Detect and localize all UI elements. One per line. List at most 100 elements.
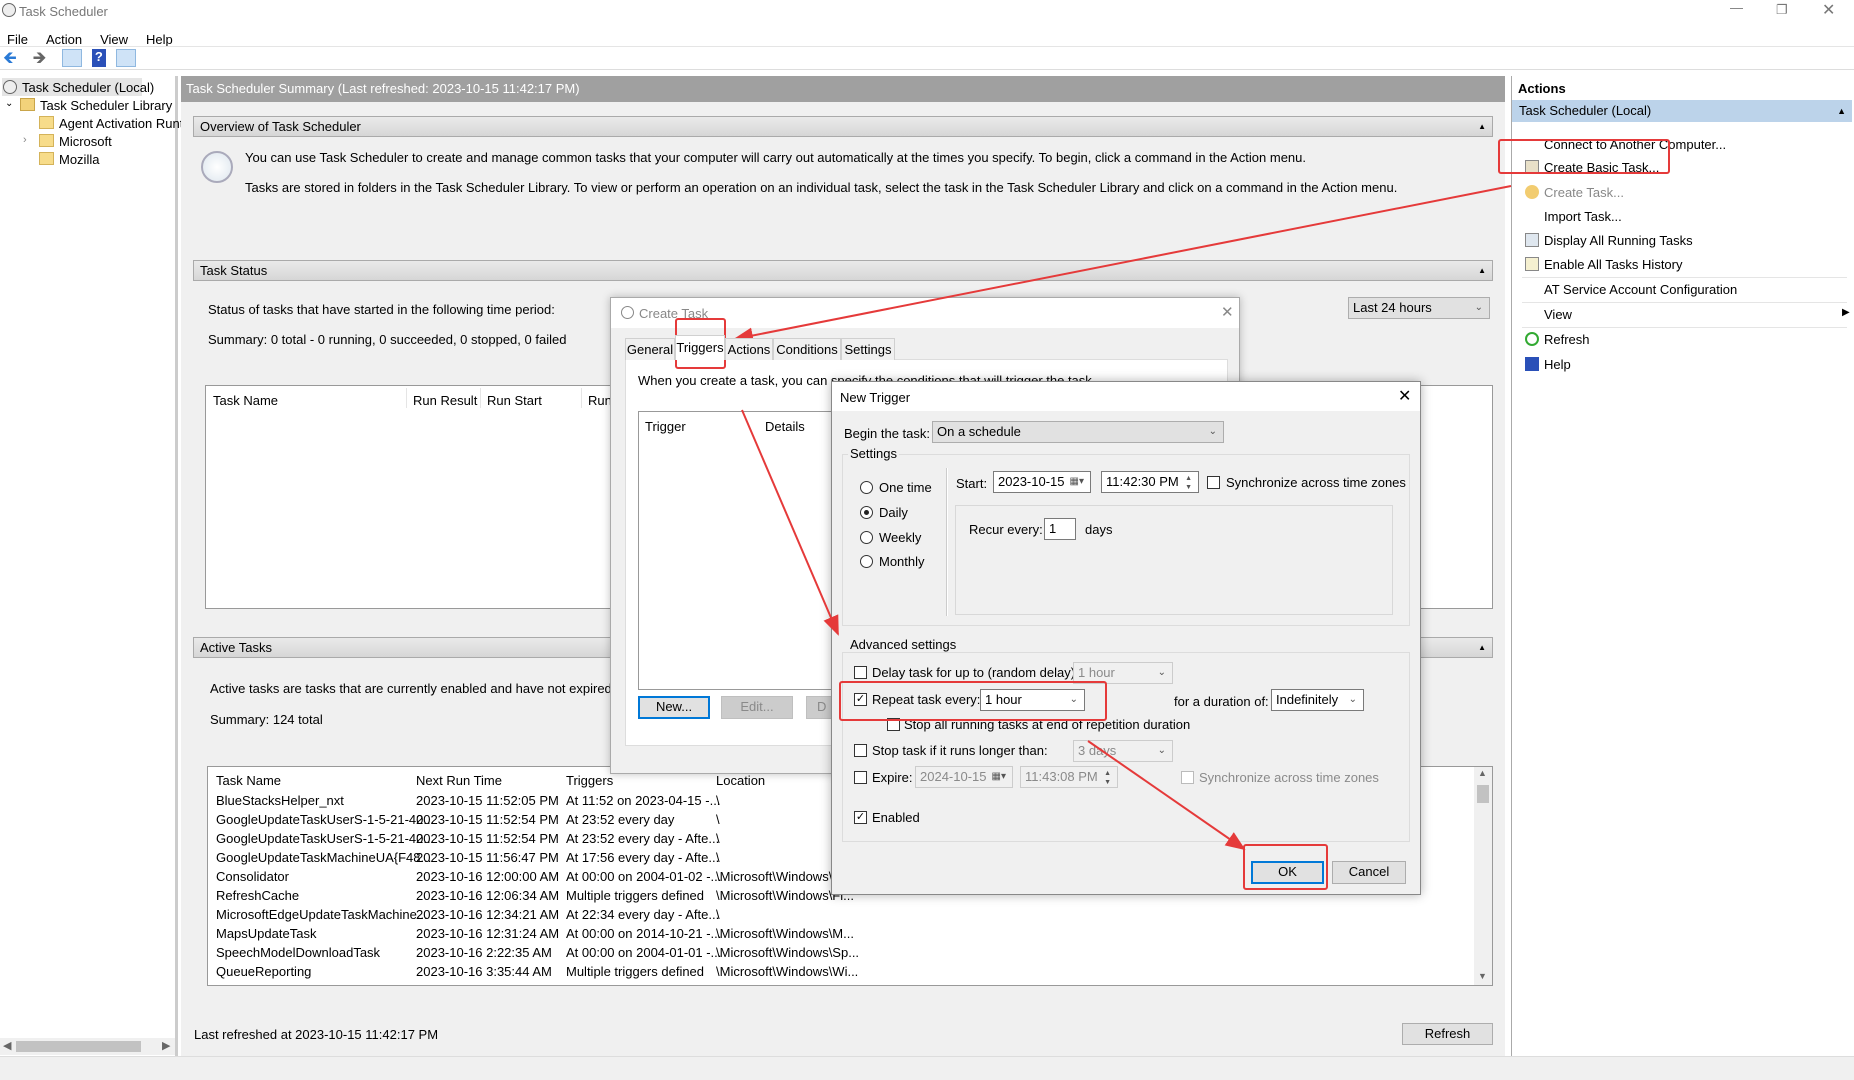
table-cell: GoogleUpdateTaskMachineUA{F48...: [216, 850, 432, 865]
forward-icon[interactable]: 🡺: [33, 49, 53, 67]
start-date-picker[interactable]: 2023-10-15 ▦▾: [993, 471, 1091, 493]
recur-every-input[interactable]: 1: [1044, 518, 1076, 540]
action-enable-all-tasks-history[interactable]: Enable All Tasks History: [1512, 255, 1852, 275]
highlight-ok-button: [1243, 844, 1328, 890]
column-header[interactable]: Details: [765, 419, 805, 434]
menu-view[interactable]: View: [100, 32, 128, 47]
column-header[interactable]: Trigger: [645, 419, 686, 434]
action-refresh[interactable]: Refresh: [1512, 327, 1852, 350]
menu-help[interactable]: Help: [146, 32, 173, 47]
scroll-right-icon[interactable]: ▶: [162, 1039, 170, 1052]
begin-task-dropdown[interactable]: On a schedule ⌄: [932, 421, 1224, 443]
delay-label: Delay task for up to (random delay):: [872, 665, 1079, 680]
close-icon[interactable]: ✕: [1221, 303, 1234, 321]
action-label: Refresh: [1544, 332, 1590, 347]
tab-settings[interactable]: Settings: [841, 338, 895, 360]
duration-dropdown[interactable]: Indefinitely ⌄: [1271, 689, 1364, 711]
table-cell: At 17:56 every day - Afte...: [566, 850, 720, 865]
overview-section-header[interactable]: Overview of Task Scheduler ▲: [193, 116, 1493, 137]
refresh-button[interactable]: Refresh: [1402, 1023, 1493, 1045]
action-view[interactable]: View ▶: [1512, 302, 1852, 325]
table-cell: \: [716, 812, 720, 827]
radio-monthly[interactable]: [860, 555, 873, 568]
scroll-left-icon[interactable]: ◀: [3, 1039, 11, 1052]
table-row[interactable]: QueueReporting 2023-10-16 3:35:44 AM Multi…: [208, 962, 1492, 981]
help-icon[interactable]: ?: [91, 49, 106, 67]
tree-label: Task Scheduler Library: [40, 98, 173, 113]
radio-one-time[interactable]: [860, 481, 873, 494]
expire-checkbox[interactable]: [854, 771, 867, 784]
expire-sync-checkbox[interactable]: [1181, 771, 1194, 784]
new-trigger-button[interactable]: New...: [638, 696, 710, 719]
edit-trigger-button[interactable]: Edit...: [721, 696, 793, 719]
tree-item-root[interactable]: Task Scheduler (Local): [2, 78, 154, 96]
scrollbar-thumb[interactable]: [16, 1041, 141, 1052]
menu-file[interactable]: File: [7, 32, 28, 47]
cancel-button[interactable]: Cancel: [1332, 861, 1406, 884]
collapse-icon[interactable]: ▲: [1478, 638, 1486, 658]
column-header[interactable]: Run: [588, 393, 612, 408]
spinner-arrows-icon[interactable]: ▲ ▼: [1185, 474, 1192, 492]
enabled-checkbox[interactable]: ✓: [854, 811, 867, 824]
menu-action[interactable]: Action: [46, 32, 82, 47]
action-help[interactable]: Help: [1512, 355, 1852, 375]
enabled-label: Enabled: [872, 810, 920, 825]
tab-conditions[interactable]: Conditions: [773, 338, 841, 360]
delay-checkbox[interactable]: [854, 666, 867, 679]
radio-weekly[interactable]: [860, 531, 873, 544]
table-cell: \Microsoft\Windows\Wi...: [716, 964, 859, 979]
column-header[interactable]: Run Start: [487, 393, 542, 408]
tab-actions[interactable]: Actions: [725, 338, 773, 360]
show-hide-console-tree-icon[interactable]: [62, 49, 83, 67]
stop-if-longer-checkbox[interactable]: [854, 744, 867, 757]
table-row[interactable]: MapsUpdateTask 2023-10-16 12:31:24 AM At 0…: [208, 924, 1492, 943]
table-cell: 2023-10-16 12:06:34 AM: [416, 888, 560, 903]
calendar-icon[interactable]: ▦▾: [1070, 472, 1084, 492]
show-hide-action-pane-icon[interactable]: [115, 49, 136, 67]
start-time-spinner[interactable]: 11:42:30 PM ▲ ▼: [1101, 471, 1199, 493]
chevron-down-icon[interactable]: ⌄: [5, 98, 13, 109]
tab-general[interactable]: General: [625, 338, 675, 360]
back-icon[interactable]: 🡸: [3, 49, 23, 67]
column-header[interactable]: Task Name: [216, 771, 281, 790]
time-period-dropdown[interactable]: Last 24 hours ⌄: [1348, 297, 1490, 319]
scroll-up-icon[interactable]: ▲: [1478, 768, 1487, 778]
action-display-all-running-tasks[interactable]: Display All Running Tasks: [1512, 231, 1852, 251]
table-row[interactable]: SpeechModelDownloadTask 2023-10-16 2:22:3…: [208, 943, 1492, 962]
action-import-task[interactable]: Import Task...: [1512, 207, 1852, 227]
dialog-title: New Trigger: [840, 390, 911, 405]
last-refreshed-text: Last refreshed at 2023-10-15 11:42:17 PM: [194, 1027, 439, 1042]
column-header[interactable]: Run Result: [413, 393, 477, 408]
section-title: Task Status: [200, 263, 268, 278]
action-at-service-account-configuration[interactable]: AT Service Account Configuration: [1512, 277, 1852, 300]
close-button[interactable]: ✕: [1822, 0, 1835, 20]
tab-triggers[interactable]: Triggers: [675, 335, 725, 360]
radio-label: Weekly: [879, 530, 922, 545]
expire-time-spinner[interactable]: 11:43:08 PM ▲ ▼: [1020, 766, 1118, 788]
collapse-icon[interactable]: ▲: [1478, 261, 1486, 281]
calendar-icon[interactable]: ▦▾: [992, 767, 1006, 787]
table-cell: 2023-10-16 12:00:00 AM: [416, 869, 560, 884]
stop-if-longer-dropdown[interactable]: 3 days ⌄: [1073, 740, 1173, 762]
minimize-button[interactable]: —: [1730, 0, 1743, 15]
table-row[interactable]: MicrosoftEdgeUpdateTaskMachine... 2023-10…: [208, 905, 1492, 924]
tree-horizontal-scrollbar[interactable]: ◀ ▶: [0, 1038, 175, 1055]
column-header[interactable]: Next Run Time: [416, 771, 502, 790]
dialog-title-bar: New Trigger ✕: [832, 382, 1420, 411]
expire-date-picker[interactable]: 2024-10-15 ▦▾: [915, 766, 1013, 788]
spinner-arrows-icon[interactable]: ▲ ▼: [1104, 769, 1111, 787]
sync-time-zones-checkbox[interactable]: [1207, 476, 1220, 489]
restore-button[interactable]: ❐: [1776, 2, 1788, 18]
chevron-right-icon[interactable]: ›: [23, 134, 27, 146]
actions-section-header[interactable]: Task Scheduler (Local) ▲: [1512, 100, 1852, 122]
collapse-icon[interactable]: ▲: [1837, 100, 1846, 122]
action-create-task[interactable]: Create Task...: [1512, 183, 1852, 203]
dropdown-value: Indefinitely: [1276, 692, 1339, 707]
task-status-section-header[interactable]: Task Status ▲: [193, 260, 1493, 281]
table-cell: At 00:00 on 2004-01-02 -...: [566, 869, 722, 884]
column-header[interactable]: Triggers: [566, 771, 613, 790]
column-header[interactable]: Task Name: [213, 393, 278, 408]
collapse-icon[interactable]: ▲: [1478, 117, 1486, 137]
close-icon[interactable]: ✕: [1398, 386, 1411, 406]
radio-daily[interactable]: [860, 506, 873, 519]
